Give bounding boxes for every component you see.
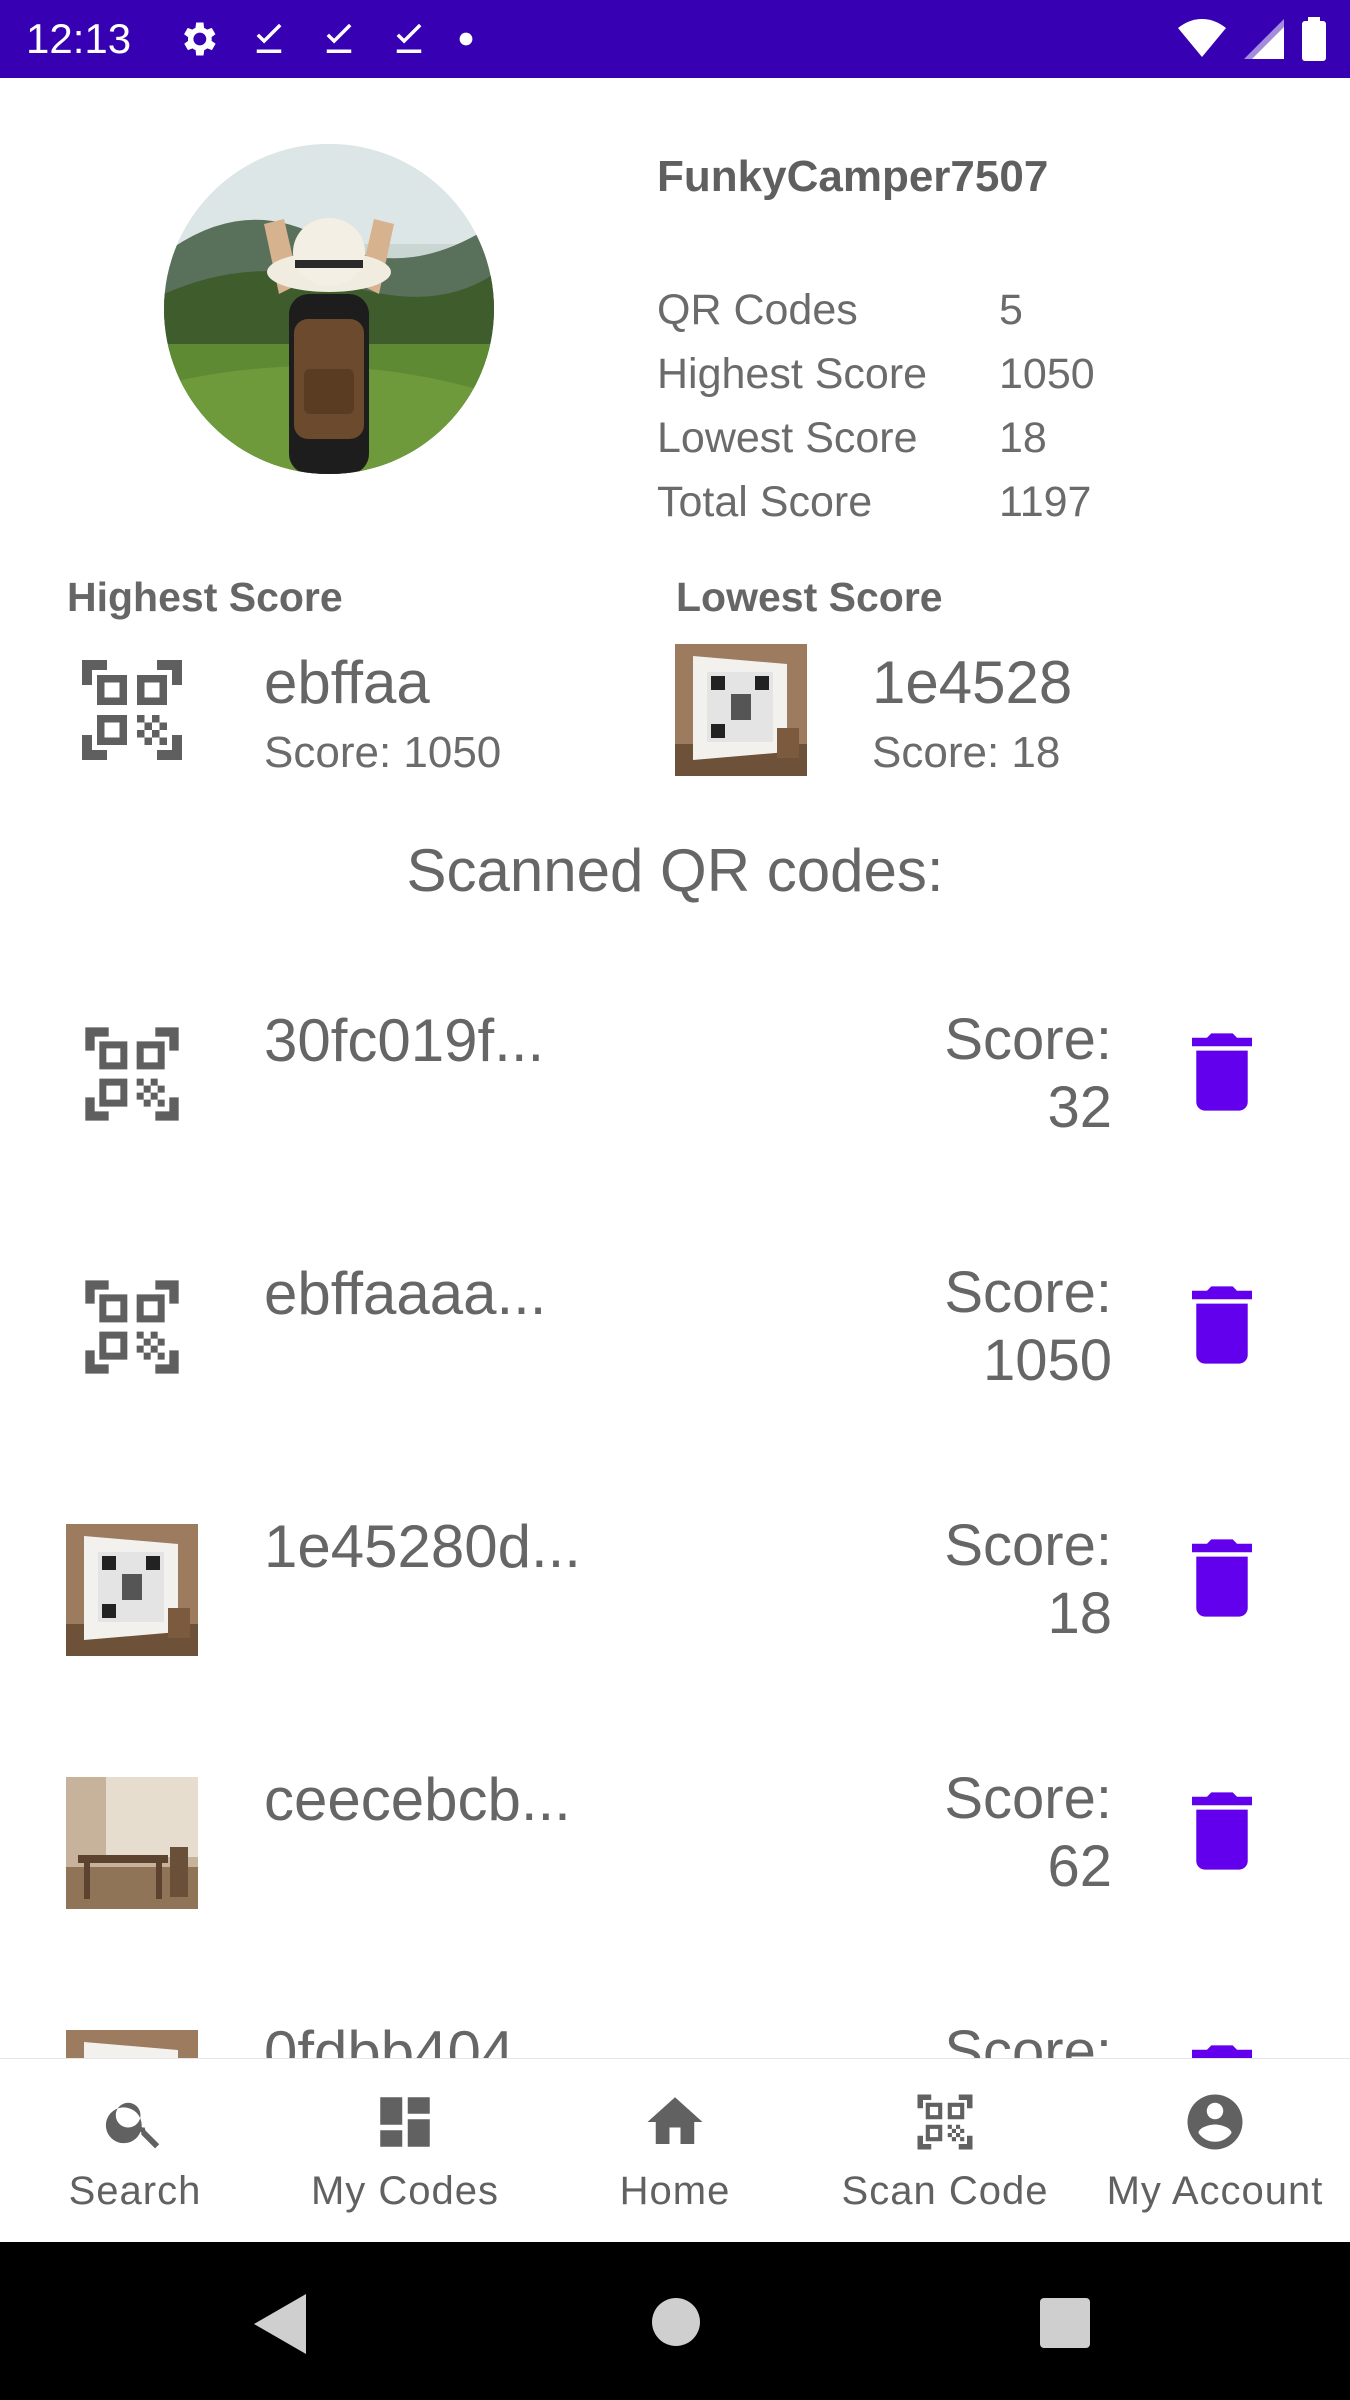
- bottom-navigation: Search My Codes Home Scan Code My Accoun…: [0, 2058, 1350, 2243]
- code-name: 30fc019f...: [264, 1007, 545, 1074]
- code-name: 1e45280d...: [264, 1513, 581, 1580]
- list-item[interactable]: 30fc019f... Score: 32: [0, 936, 1350, 1189]
- scanned-codes-list[interactable]: 30fc019f... Score: 32 ebffaaaa... Score:…: [0, 936, 1350, 2058]
- score-value: 18: [1047, 1581, 1112, 1646]
- nav-scan-code[interactable]: Scan Code: [810, 2059, 1080, 2243]
- stat-value: 1050: [999, 350, 1095, 398]
- battery-icon: [1302, 17, 1326, 61]
- nav-my-account[interactable]: My Account: [1080, 2059, 1350, 2243]
- score-value: 1050: [982, 1328, 1112, 1393]
- stat-row-highest-score: Highest Score 1050: [657, 342, 1095, 406]
- username: FunkyCamper7507: [657, 152, 1049, 201]
- nav-label: My Codes: [310, 2169, 500, 2213]
- nav-label: My Account: [1106, 2169, 1324, 2213]
- home-circle-icon[interactable]: [650, 2296, 702, 2348]
- signal-icon: [1244, 19, 1284, 59]
- score-label: Score:: [944, 1766, 1112, 1831]
- avatar-photo: [164, 144, 494, 474]
- score-label: Score:: [944, 2019, 1112, 2058]
- stat-row-qr-codes: QR Codes 5: [657, 278, 1095, 342]
- nav-my-codes[interactable]: My Codes: [270, 2059, 540, 2243]
- status-time: 12:13: [26, 15, 132, 62]
- recents-icon[interactable]: [1040, 2298, 1090, 2348]
- nav-search[interactable]: Search: [0, 2059, 270, 2243]
- download-done-icon: [256, 23, 282, 53]
- list-item[interactable]: 1e45280d... Score: 18: [0, 1442, 1350, 1695]
- delete-icon[interactable]: [1192, 1285, 1252, 1365]
- score-value: 62: [1047, 1834, 1112, 1899]
- dot-icon: [459, 32, 473, 46]
- stat-row-lowest-score: Lowest Score 18: [657, 406, 1095, 470]
- qr-code-icon: [85, 1027, 179, 1121]
- room-photo-thumbnail: [66, 1777, 198, 1909]
- code-name: 0fdbb404...: [264, 2019, 565, 2058]
- home-icon: [647, 2097, 703, 2144]
- highest-score-heading: Highest Score: [67, 574, 343, 620]
- qr-photo-thumbnail: [66, 1524, 198, 1656]
- score-label: Score:: [944, 1513, 1112, 1578]
- code-name: ebffaaaa...: [264, 1260, 547, 1327]
- highest-code-score: Score: 1050: [264, 728, 502, 777]
- nav-label: Search: [68, 2169, 202, 2213]
- system-navigation-bar: [0, 2242, 1350, 2400]
- qr-photo-thumbnail[interactable]: [675, 644, 807, 776]
- download-done-icon: [396, 23, 422, 53]
- score-label: Score:: [944, 1007, 1112, 1072]
- qr-code-icon[interactable]: [72, 650, 192, 770]
- delete-icon[interactable]: [1192, 2044, 1252, 2058]
- search-icon: [105, 2102, 160, 2149]
- lowest-score-heading: Lowest Score: [676, 574, 943, 620]
- delete-icon[interactable]: [1192, 1032, 1252, 1112]
- status-bar: 12:13: [0, 0, 1350, 78]
- back-icon[interactable]: [254, 2294, 310, 2354]
- qr-scan-icon: [917, 2094, 973, 2150]
- highest-code-name: ebffaa: [264, 649, 430, 716]
- stat-label: Total Score: [657, 478, 873, 526]
- settings-icon: [184, 22, 216, 56]
- nav-label: Scan Code: [841, 2169, 1049, 2213]
- avatar: [164, 144, 494, 474]
- list-item[interactable]: ebffaaaa... Score: 1050: [0, 1189, 1350, 1442]
- stat-value: 5: [999, 286, 1023, 334]
- lowest-code-name: 1e4528: [872, 649, 1073, 716]
- system-status-icons: [1178, 12, 1326, 66]
- delete-icon[interactable]: [1192, 1791, 1252, 1871]
- delete-icon[interactable]: [1192, 1538, 1252, 1618]
- stat-value: 1197: [999, 478, 1092, 526]
- nav-home[interactable]: Home: [540, 2059, 810, 2243]
- score-label: Score:: [944, 1260, 1112, 1325]
- notification-icons: [176, 14, 474, 64]
- code-name: ceecebcb...: [264, 1766, 571, 1833]
- dashboard-icon: [380, 2097, 430, 2147]
- stat-row-total-score: Total Score 1197: [657, 470, 1095, 534]
- account-circle-icon: [1187, 2094, 1243, 2150]
- stat-label: Lowest Score: [657, 414, 918, 462]
- qr-photo-thumbnail: [66, 2030, 198, 2058]
- list-item[interactable]: 0fdbb404... Score:: [0, 1948, 1350, 2058]
- qr-code-icon: [85, 1280, 179, 1374]
- wifi-icon: [1178, 19, 1226, 57]
- download-done-icon: [326, 23, 352, 53]
- lowest-code-score: Score: 18: [872, 728, 1061, 777]
- score-value: 32: [1047, 1075, 1112, 1140]
- profile-stats: QR Codes 5 Highest Score 1050 Lowest Sco…: [657, 278, 1095, 534]
- nav-label: Home: [619, 2169, 731, 2213]
- stat-label: QR Codes: [657, 286, 858, 334]
- stat-label: Highest Score: [657, 350, 928, 398]
- scanned-codes-title: Scanned QR codes:: [406, 837, 944, 904]
- stat-value: 18: [999, 414, 1047, 462]
- list-item[interactable]: ceecebcb... Score: 62: [0, 1695, 1350, 1948]
